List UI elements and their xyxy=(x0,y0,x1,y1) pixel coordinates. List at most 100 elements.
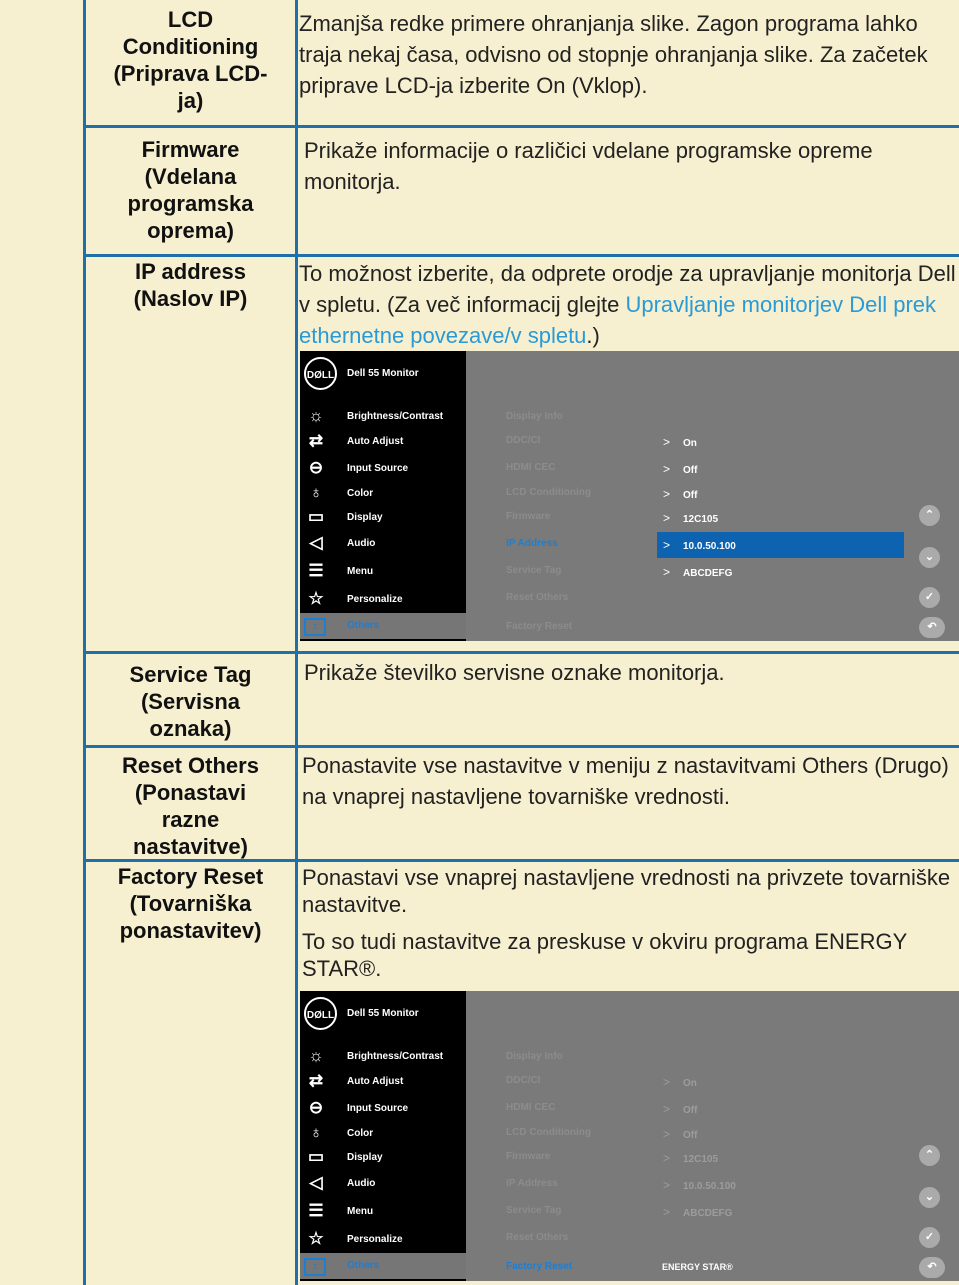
osd-value-lcd-conditioning: > Off xyxy=(663,487,698,501)
input-icon: ⊖ xyxy=(308,458,324,477)
osd-title: Dell 55 Monitor xyxy=(347,1008,419,1019)
osd-sub-lcd-conditioning[interactable]: LCD Conditioning xyxy=(506,1127,591,1138)
osd-sub-reset-others[interactable]: Reset Others xyxy=(506,1232,568,1243)
back-button[interactable]: ↶ xyxy=(919,617,945,638)
osd-item-color[interactable]: ♁ Color xyxy=(300,481,466,507)
chevron-right-icon: > xyxy=(663,1102,671,1116)
chevron-right-icon: > xyxy=(663,1178,671,1192)
osd-value-hdmi-cec: > Off xyxy=(663,462,698,476)
osd-sub-ddcci[interactable]: DDC/CI xyxy=(506,1075,540,1086)
osd-item-display[interactable]: ▭ Display xyxy=(300,1145,466,1171)
chevron-right-icon: > xyxy=(663,1151,671,1165)
osd-item-personalize[interactable]: ☆ Personalize xyxy=(300,587,466,613)
osd-value-ip-address: >10.0.50.100 xyxy=(663,538,736,552)
row-description: Prikaže številko servisne oznake monitor… xyxy=(304,660,725,685)
osd-item-display[interactable]: ▭ Display xyxy=(300,505,466,531)
osd-sub-service-tag[interactable]: Service Tag xyxy=(506,565,561,576)
star-icon: ☆ xyxy=(308,1229,324,1248)
row-description: Prikaže informacije o različici vdelane … xyxy=(304,138,873,194)
others-icon: ↕ xyxy=(304,618,326,636)
osd-item-auto-adjust[interactable]: ⇄ Auto Adjust xyxy=(300,429,466,455)
osd-item-audio[interactable]: ◁ Audio xyxy=(300,1171,466,1197)
arrows-icon: ⇄ xyxy=(308,1071,324,1090)
osd-value-firmware: >12C105 xyxy=(663,1151,719,1165)
monitor-icon: ▭ xyxy=(307,507,325,526)
osd-item-menu[interactable]: ☰ Menu xyxy=(300,559,466,585)
osd-value-service-tag: > ABCDEFG xyxy=(663,565,733,579)
osd-sub-lcd-conditioning[interactable]: LCD Conditioning xyxy=(506,487,591,498)
table-border xyxy=(295,0,298,1285)
row-label: Firmware (Vdelana programska oprema) xyxy=(127,137,254,243)
osd-sub-firmware[interactable]: Firmware xyxy=(506,1151,550,1162)
osd-value-ddcci: > On xyxy=(663,1075,697,1089)
sun-icon: ☼ xyxy=(308,406,324,425)
settings-table: LCD Conditioning (Priprava LCD- ja) Zman… xyxy=(0,0,959,1285)
osd-value-firmware: >12C105 xyxy=(663,511,719,525)
up-button[interactable]: ⌃ xyxy=(919,505,940,526)
row-description: Ponastavite vse nastavitve v meniju z na… xyxy=(302,753,949,809)
row-label: Factory Reset (Tovarniška ponastavitev) xyxy=(117,864,264,943)
osd-sub-service-tag[interactable]: Service Tag xyxy=(506,1205,561,1216)
osd-item-brightness[interactable]: ☼ Brightness/Contrast xyxy=(300,1044,466,1070)
monitor-icon: ▭ xyxy=(307,1147,325,1166)
palette-icon: ♁ xyxy=(309,483,323,502)
osd-value-lcd-conditioning: > Off xyxy=(663,1127,698,1141)
menu-icon: ☰ xyxy=(308,561,324,580)
back-button[interactable]: ↶ xyxy=(919,1257,945,1278)
osd-item-audio[interactable]: ◁ Audio xyxy=(300,531,466,557)
others-icon: ↕ xyxy=(304,1258,326,1276)
dell-logo: DØLL xyxy=(304,997,337,1030)
osd-value-hdmi-cec: > Off xyxy=(663,1102,698,1116)
osd-item-brightness[interactable]: ☼ Brightness/Contrast xyxy=(300,404,466,430)
osd-item-menu[interactable]: ☰ Menu xyxy=(300,1199,466,1225)
speaker-icon: ◁ xyxy=(309,1173,323,1192)
osd-sub-firmware[interactable]: Firmware xyxy=(506,511,550,522)
row-label: LCD Conditioning (Priprava LCD- ja) xyxy=(113,7,268,113)
dell-logo: DØLL xyxy=(304,357,337,390)
row-label: Reset Others (Ponastavi razne nastavitve… xyxy=(122,753,259,859)
row-description: Ponastavi vse vnaprej nastavljene vredno… xyxy=(302,865,951,981)
chevron-right-icon: > xyxy=(663,1205,671,1219)
chevron-right-icon: > xyxy=(663,565,671,579)
osd-item-color[interactable]: ♁ Color xyxy=(300,1121,466,1147)
osd-item-input-source[interactable]: ⊖ Input Source xyxy=(300,456,466,482)
osd-sub-hdmi-cec[interactable]: HDMI CEC xyxy=(506,462,555,473)
ok-button[interactable]: ✓ xyxy=(919,587,940,608)
osd-sub-factory-reset[interactable]: Factory Reset xyxy=(506,621,572,632)
osd-item-others[interactable]: ↕ Others xyxy=(300,1253,466,1279)
osd-sub-hdmi-cec[interactable]: HDMI CEC xyxy=(506,1102,555,1113)
up-button[interactable]: ⌃ xyxy=(919,1145,940,1166)
chevron-right-icon: > xyxy=(663,538,671,552)
osd-item-auto-adjust[interactable]: ⇄ Auto Adjust xyxy=(300,1069,466,1095)
osd-item-others[interactable]: ↕ Others xyxy=(300,613,466,639)
down-button[interactable]: ⌄ xyxy=(919,1187,940,1208)
row-label: Service Tag (Servisna oznaka) xyxy=(129,662,252,741)
osd-item-personalize[interactable]: ☆ Personalize xyxy=(300,1227,466,1253)
speaker-icon: ◁ xyxy=(309,533,323,552)
osd-item-input-source[interactable]: ⊖ Input Source xyxy=(300,1096,466,1122)
row-label: IP address (Naslov IP) xyxy=(133,259,248,311)
osd-sub-ddcci[interactable]: DDC/CI xyxy=(506,435,540,446)
menu-icon: ☰ xyxy=(308,1201,324,1220)
row-divider xyxy=(83,254,959,257)
chevron-right-icon: > xyxy=(663,487,671,501)
chevron-right-icon: > xyxy=(663,1127,671,1141)
chevron-right-icon: > xyxy=(663,435,671,449)
osd-sub-ip-address[interactable]: IP Address xyxy=(506,538,558,549)
osd-sub-reset-others[interactable]: Reset Others xyxy=(506,592,568,603)
osd-value-service-tag: > ABCDEFG xyxy=(663,1205,733,1219)
row-description: Zmanjša redke primere ohranjanja slike. … xyxy=(299,11,928,98)
input-icon: ⊖ xyxy=(308,1098,324,1117)
osd-sub-factory-reset[interactable]: Factory Reset xyxy=(506,1261,572,1272)
osd-sub-display-info[interactable]: Display Info xyxy=(506,1051,563,1062)
osd-sub-ip-address[interactable]: IP Address xyxy=(506,1178,558,1189)
osd-value-ip-address: >10.0.50.100 xyxy=(663,1178,736,1192)
chevron-right-icon: > xyxy=(663,1075,671,1089)
osd-value-ddcci: > On xyxy=(663,435,697,449)
ok-button[interactable]: ✓ xyxy=(919,1227,940,1248)
row-description: To možnost izberite, da odprete orodje z… xyxy=(299,261,956,348)
osd-sub-display-info[interactable]: Display Info xyxy=(506,411,563,422)
down-button[interactable]: ⌄ xyxy=(919,547,940,568)
palette-icon: ♁ xyxy=(309,1123,323,1142)
row-divider xyxy=(83,745,959,748)
